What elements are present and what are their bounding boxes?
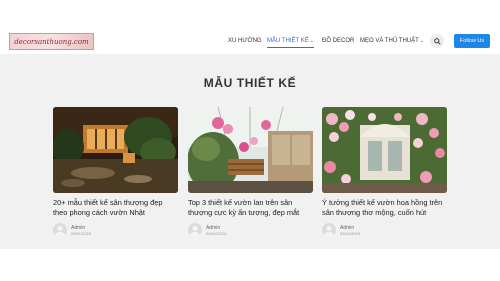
user-icon [55, 226, 65, 237]
post-meta: Admin 03/01/2024 [322, 223, 447, 237]
follow-us-label: Follow Us [459, 38, 485, 44]
post-meta: Admin 05/01/2024 [53, 223, 178, 237]
nav-label: MẪU THIẾT KẾ [267, 38, 309, 44]
nav-label: ĐỒ DECOR [322, 38, 355, 44]
avatar [188, 223, 202, 237]
avatar [53, 223, 67, 237]
chevron-down-icon: ⌄ [309, 38, 314, 44]
logo-text: decorsanthuong.com [14, 37, 89, 46]
post-title[interactable]: Top 3 thiết kế vườn lan trên sân thượng … [188, 198, 313, 218]
post-date: 05/01/2024 [71, 230, 92, 236]
post-card[interactable]: Ý tưởng thiết kế vườn hoa hồng trên sân … [322, 107, 447, 237]
site-logo[interactable]: decorsanthuong.com [9, 33, 94, 50]
post-thumbnail[interactable] [322, 107, 447, 193]
nav-item-xu-huong[interactable]: XU HƯỚNG [228, 38, 262, 44]
post-meta-text: Admin 05/01/2024 [71, 225, 91, 236]
post-title[interactable]: 20+ mẫu thiết kế sân thượng đẹp theo pho… [53, 198, 178, 218]
user-icon [190, 226, 200, 237]
post-meta-text: Admin 04/01/2024 [206, 225, 226, 236]
post-meta-text: Admin 03/01/2024 [340, 225, 360, 236]
nav-label: MẸO VÀ THỦ THUẬT [360, 38, 419, 44]
nav-label: XU HƯỚNG [228, 38, 262, 44]
nav-item-mau-thiet-ke[interactable]: MẪU THIẾT KẾ⌄ [267, 38, 314, 48]
nav-item-meo-va-thu-thuat[interactable]: MẸO VÀ THỦ THUẬT⌄ [360, 38, 424, 44]
chevron-down-icon: ⌄ [419, 38, 424, 44]
post-thumbnail[interactable] [53, 107, 178, 193]
main-section: MẪU THIẾT KẾ 20+ mẫu thiết kế sân thượng… [0, 54, 500, 249]
post-date: 04/01/2024 [206, 230, 227, 236]
post-date: 03/01/2024 [340, 230, 361, 236]
search-icon [433, 37, 441, 45]
post-title[interactable]: Ý tưởng thiết kế vườn hoa hồng trên sân … [322, 198, 447, 218]
post-card[interactable]: Top 3 thiết kế vườn lan trên sân thượng … [188, 107, 313, 237]
search-button[interactable] [430, 34, 444, 48]
post-card[interactable]: 20+ mẫu thiết kế sân thượng đẹp theo pho… [53, 107, 178, 237]
site-header: decorsanthuong.com XU HƯỚNG MẪU THIẾT KẾ… [0, 28, 500, 54]
nav-item-do-decor[interactable]: ĐỒ DECOR [322, 38, 354, 44]
user-icon [324, 226, 334, 237]
section-title: MẪU THIẾT KẾ [203, 76, 297, 90]
avatar [322, 223, 336, 237]
post-meta: Admin 04/01/2024 [188, 223, 313, 237]
follow-us-button[interactable]: Follow Us [454, 34, 490, 48]
post-thumbnail[interactable] [188, 107, 313, 193]
